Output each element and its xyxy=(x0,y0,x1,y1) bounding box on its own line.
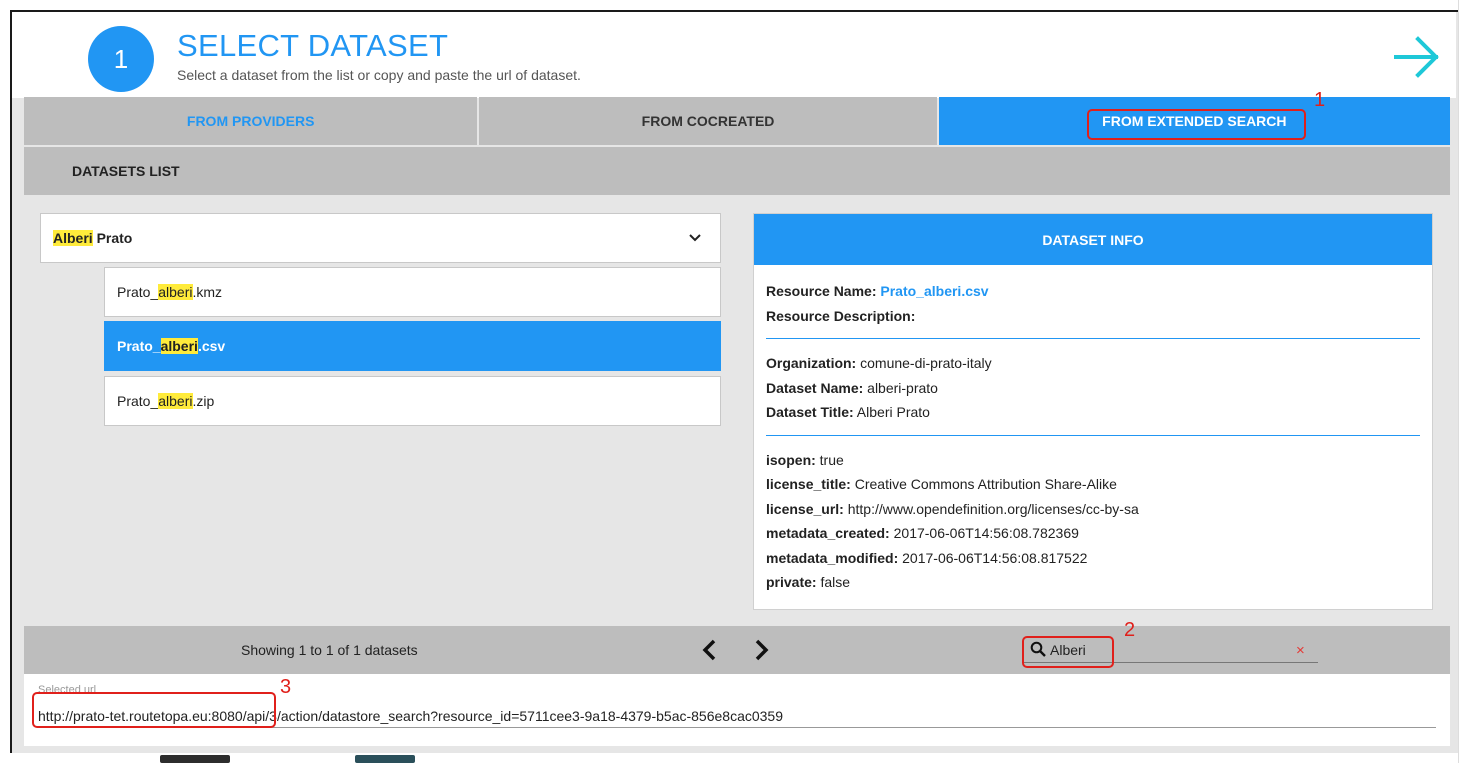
annotation-box-3 xyxy=(32,692,276,728)
background-fragment xyxy=(160,755,230,763)
scrollbar-gutter[interactable] xyxy=(1458,0,1474,763)
meta-row-metadata-modified: metadata_modified: 2017-06-06T14:56:08.8… xyxy=(766,546,1420,571)
meta-row-license-title: license_title: Creative Commons Attribut… xyxy=(766,472,1420,497)
field-label: license_title: xyxy=(766,476,851,492)
resource-name-prefix: Prato_ xyxy=(117,284,159,300)
dataset-info-title: DATASET INFO xyxy=(754,214,1432,265)
organization-row: Organization: comune-di-prato-italy xyxy=(766,351,1420,376)
field-label: Resource Description: xyxy=(766,307,916,324)
field-value: false xyxy=(820,574,851,590)
section-title: DATASETS LIST xyxy=(72,163,180,179)
resource-name-suffix: .zip xyxy=(192,393,215,409)
resource-name-link[interactable]: Prato_alberi.csv xyxy=(880,283,988,299)
resource-name-row: Resource Name: Prato_alberi.csv xyxy=(766,279,1420,304)
background-fragment xyxy=(355,755,415,763)
dataset-name-row: Dataset Name: alberi-prato xyxy=(766,376,1420,401)
meta-row-license-url: license_url: http://www.opendefinition.o… xyxy=(766,497,1420,522)
field-label: Resource Name: xyxy=(766,283,877,299)
resource-item-kmz[interactable]: Prato_ alberi .kmz xyxy=(104,267,721,317)
resource-name-suffix: .csv xyxy=(197,338,226,354)
resource-name-suffix: .kmz xyxy=(192,284,223,300)
field-value: http://www.opendefinition.org/licenses/c… xyxy=(847,500,1139,517)
field-label: license_url: xyxy=(766,500,844,517)
resource-name-prefix: Prato_ xyxy=(117,338,161,354)
field-value: true xyxy=(819,451,844,468)
search-highlight: alberi xyxy=(158,393,193,409)
field-label: isopen: xyxy=(766,451,816,468)
resource-item-zip[interactable]: Prato_ alberi .zip xyxy=(104,376,721,426)
annotation-number-2: 2 xyxy=(1124,619,1136,641)
field-value: 2017-06-06T14:56:08.782369 xyxy=(893,525,1079,541)
field-value: comune-di-prato-italy xyxy=(860,355,992,371)
clear-icon[interactable]: × xyxy=(1296,642,1305,659)
field-value: alberi-prato xyxy=(867,379,938,396)
step-subtitle: Select a dataset from the list or copy a… xyxy=(177,67,581,83)
search-highlight: alberi xyxy=(158,284,193,300)
step-title: SELECT DATASET xyxy=(177,28,449,63)
step-number-badge: 1 xyxy=(88,26,154,92)
dataset-group-label: Prato xyxy=(92,230,133,246)
resource-name-prefix: Prato_ xyxy=(117,393,159,409)
dataset-title-row: Dataset Title: Alberi Prato xyxy=(766,400,1420,425)
annotation-box-2 xyxy=(1022,636,1114,668)
chevron-right-icon[interactable] xyxy=(750,638,772,662)
meta-row-isopen: isopen: true xyxy=(766,448,1420,473)
field-label: metadata_modified: xyxy=(766,549,899,566)
chevron-left-icon[interactable] xyxy=(699,638,721,662)
step-header: 1 SELECT DATASET Select a dataset from t… xyxy=(12,12,1456,98)
field-value: Creative Commons Attribution Share-Alike xyxy=(854,476,1117,492)
pagination-status: Showing 1 to 1 of 1 datasets xyxy=(241,642,418,658)
search-highlight: Alberi xyxy=(53,230,93,246)
meta-row-metadata-created: metadata_created: 2017-06-06T14:56:08.78… xyxy=(766,521,1420,546)
field-label: Dataset Title: xyxy=(766,404,854,420)
outer-margin xyxy=(0,0,10,763)
chevron-down-icon[interactable] xyxy=(688,231,702,245)
annotation-number-1: 1 xyxy=(1314,89,1326,111)
resource-item-csv[interactable]: Prato_ alberi .csv xyxy=(104,321,721,371)
tab-from-cocreated[interactable]: FROM COCREATED xyxy=(479,97,937,145)
field-label: Dataset Name: xyxy=(766,379,864,396)
field-value: Alberi Prato xyxy=(856,404,930,420)
divider xyxy=(766,338,1420,339)
field-label: private: xyxy=(766,574,817,590)
dataset-group-alberi-prato[interactable]: Alberi Prato xyxy=(40,213,721,263)
annotation-number-3: 3 xyxy=(280,676,292,698)
meta-row-private: private: false xyxy=(766,570,1420,595)
field-label: metadata_created: xyxy=(766,525,890,541)
arrow-right-icon[interactable] xyxy=(1392,32,1442,82)
background-strip xyxy=(10,753,1458,763)
dataset-info-panel: DATASET INFO Resource Name: Prato_alberi… xyxy=(753,213,1433,610)
pagination-bar: Showing 1 to 1 of 1 datasets × xyxy=(24,626,1450,674)
field-label: Organization: xyxy=(766,355,857,371)
field-value: 2017-06-06T14:56:08.817522 xyxy=(902,549,1088,566)
annotation-box-1 xyxy=(1087,109,1306,140)
datasets-list-header: DATASETS LIST xyxy=(24,147,1450,195)
divider xyxy=(766,434,1420,436)
resource-description-row: Resource Description: xyxy=(766,304,1420,329)
tab-from-providers[interactable]: FROM PROVIDERS xyxy=(24,97,478,145)
search-highlight: alberi xyxy=(160,338,198,354)
